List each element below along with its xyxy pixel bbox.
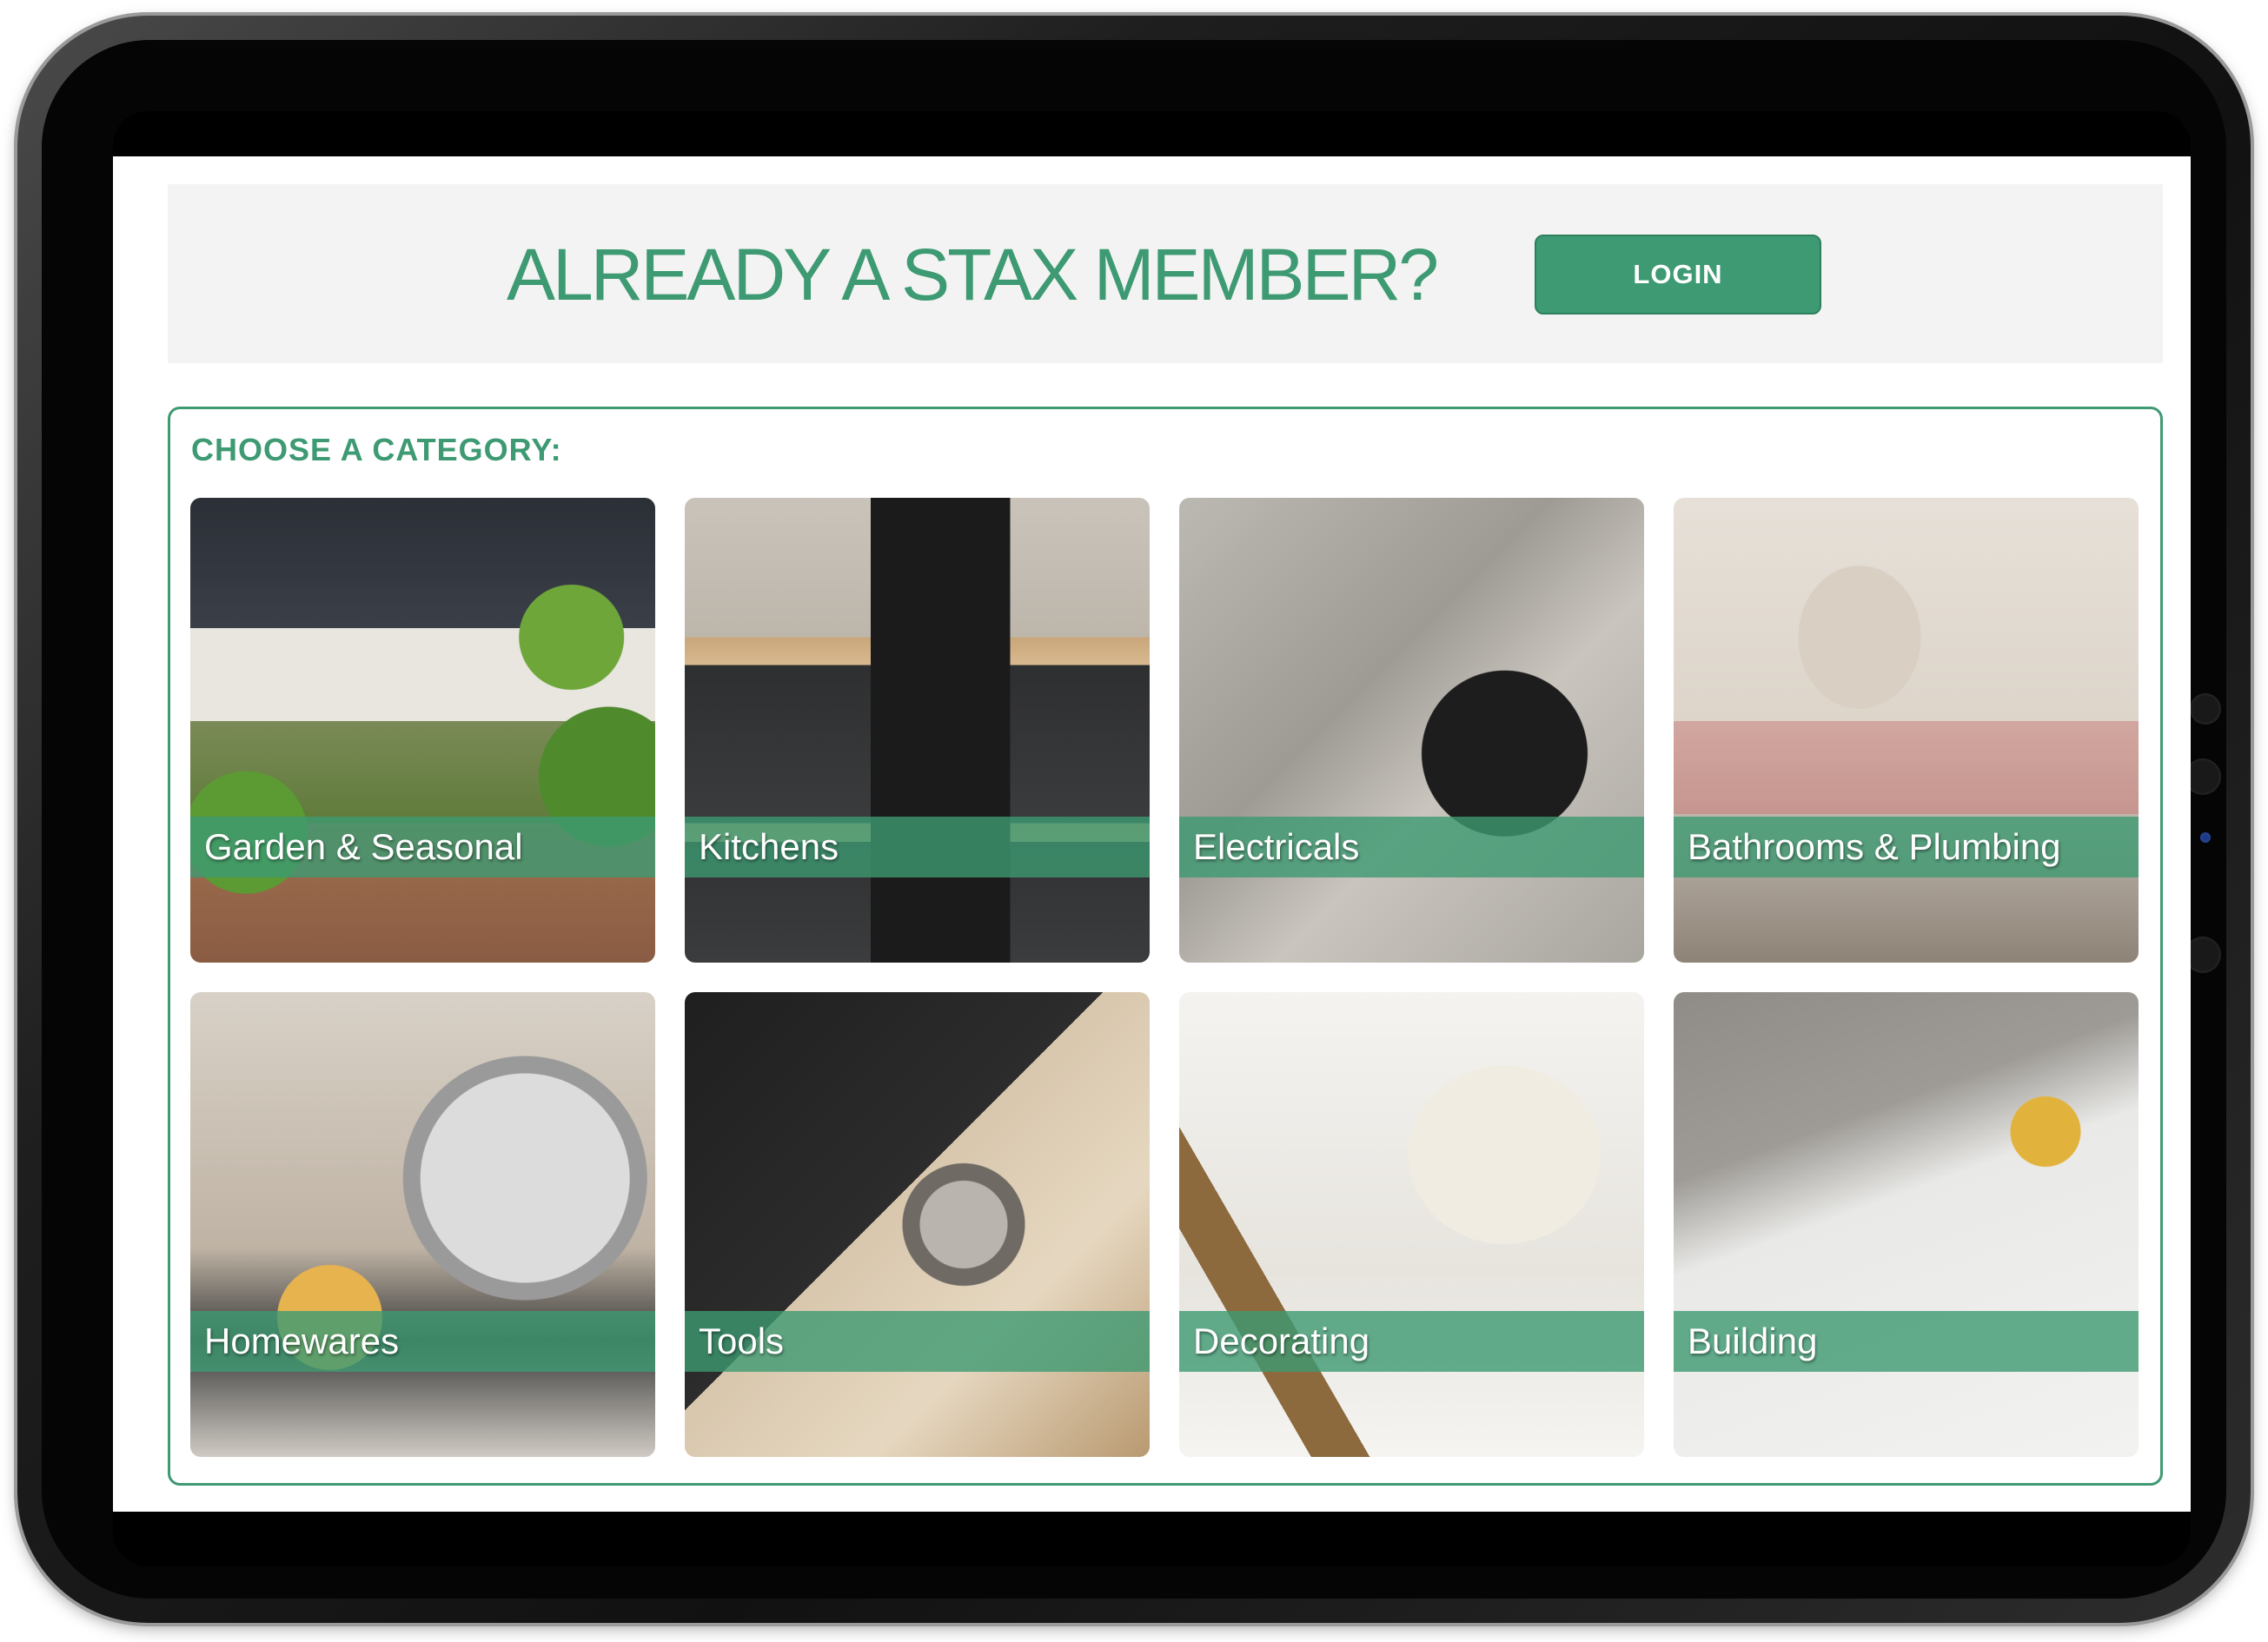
- cooking-pot-image: [190, 992, 655, 1457]
- category-tile-homewares[interactable]: Homewares: [190, 992, 655, 1457]
- category-heading: CHOOSE A CATEGORY:: [191, 432, 562, 467]
- tile-label-bar: Homewares: [190, 1311, 655, 1372]
- tile-label: Homewares: [204, 1321, 400, 1361]
- drill-image: [685, 992, 1150, 1457]
- category-tile-electricals[interactable]: Electricals: [1179, 498, 1644, 963]
- indicator-light-icon: [2200, 832, 2211, 843]
- bathroom-image: [1674, 498, 2139, 963]
- tile-label-bar: Bathrooms & Plumbing: [1674, 817, 2139, 877]
- tile-label: Kitchens: [699, 826, 839, 867]
- member-login-banner: ALREADY A STAX MEMBER? LOGIN: [168, 184, 2163, 363]
- tile-label: Tools: [699, 1321, 785, 1361]
- tile-label: Decorating: [1193, 1321, 1370, 1361]
- tile-label: Building: [1688, 1321, 1818, 1361]
- tile-label-bar: Electricals: [1179, 817, 1644, 877]
- category-tile-building[interactable]: Building: [1674, 992, 2139, 1457]
- tile-label: Garden & Seasonal: [204, 826, 523, 867]
- tile-label-bar: Kitchens: [685, 817, 1150, 877]
- camera-icon: [2190, 693, 2221, 725]
- tile-label-bar: Garden & Seasonal: [190, 817, 655, 877]
- tile-label-bar: Decorating: [1179, 1311, 1644, 1372]
- web-page: ALREADY A STAX MEMBER? LOGIN CHOOSE A CA…: [113, 156, 2191, 1512]
- category-tile-garden-seasonal[interactable]: Garden & Seasonal: [190, 498, 655, 963]
- category-tile-decorating[interactable]: Decorating: [1179, 992, 1644, 1457]
- tile-label-bar: Building: [1674, 1311, 2139, 1372]
- tablet-device-frame: ALREADY A STAX MEMBER? LOGIN CHOOSE A CA…: [17, 16, 2251, 1623]
- category-tile-tools[interactable]: Tools: [685, 992, 1150, 1457]
- tile-label: Bathrooms & Plumbing: [1688, 826, 2061, 867]
- category-tile-bathrooms-plumbing[interactable]: Bathrooms & Plumbing: [1674, 498, 2139, 963]
- category-grid: Garden & Seasonal Kitchens Electricals B…: [190, 498, 2144, 1457]
- paint-roller-image: [1179, 992, 1644, 1457]
- banner-title: ALREADY A STAX MEMBER?: [507, 234, 1439, 315]
- plastering-image: [1674, 992, 2139, 1457]
- tablet-screen: ALREADY A STAX MEMBER? LOGIN CHOOSE A CA…: [113, 111, 2191, 1566]
- category-tile-kitchens[interactable]: Kitchens: [685, 498, 1150, 963]
- electrical-socket-image: [1179, 498, 1644, 963]
- garden-image: [190, 498, 655, 963]
- tile-label: Electricals: [1193, 826, 1360, 867]
- kitchen-image: [685, 498, 1150, 963]
- login-button[interactable]: LOGIN: [1535, 235, 1821, 314]
- tile-label-bar: Tools: [685, 1311, 1150, 1372]
- category-panel: CHOOSE A CATEGORY: Garden & Seasonal Kit…: [168, 407, 2163, 1486]
